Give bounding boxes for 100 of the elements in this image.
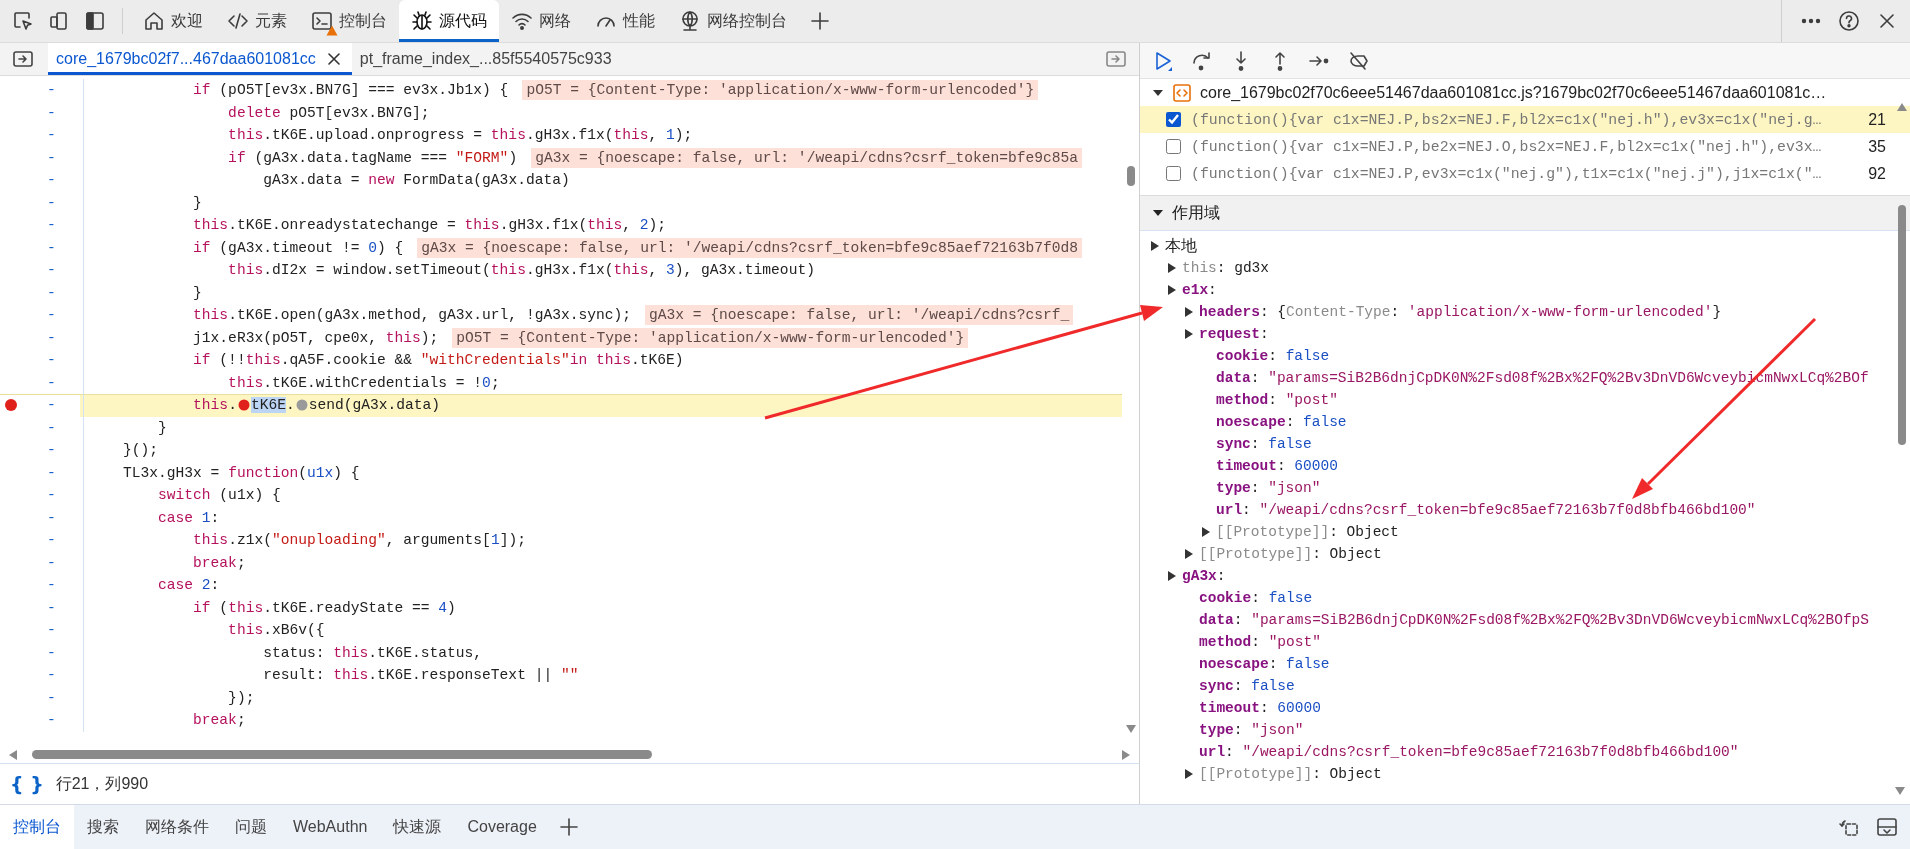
dock-bottom-icon[interactable] [1876,816,1898,838]
panel-tab[interactable]: 元素 [215,0,299,42]
drawer-tab[interactable]: 快速源 [380,805,455,849]
tree-entry[interactable]: [[Prototype]]: Object [1199,766,1382,782]
expand-triangle-icon[interactable] [1167,285,1177,295]
tree-entry[interactable]: sync: false [1199,678,1295,694]
tree-entry[interactable]: method: "post" [1199,634,1321,650]
expand-triangle-icon[interactable] [1150,241,1160,251]
breakpoint-row-highlight[interactable]: (function(){var c1x=NEJ.P,bs2x=NEJ.F,bl2x=c1x("nej.h"),ev3x=c1x("nej.g… 21 [1140,106,1910,133]
panel-tab[interactable]: 网络 [499,0,583,42]
tree-entry[interactable]: [[Prototype]]: Object [1199,546,1382,562]
scrollbar-thumb[interactable] [1126,166,1135,186]
bug-icon [411,10,433,32]
expand-triangle-icon[interactable] [1184,329,1194,339]
inline-value: pO5T = {Content-Type: 'application/x-www-form-urlencoded'} [452,327,969,348]
code-text: gA3x.data = new FormData(gA3x.data) [262,172,570,189]
tree-entry[interactable]: sync: false [1216,436,1312,452]
code-text: case 1: [157,509,220,526]
breakpoint-marker-icon[interactable] [295,399,308,412]
code-text: . [285,397,295,414]
tree-entry[interactable]: gA3x: [1182,568,1226,584]
selected-text: tK6E [250,397,286,414]
tree-entry[interactable]: request: [1199,326,1269,342]
tree-entry[interactable]: timeout: 60000 [1199,700,1321,716]
tree-entry[interactable]: data: "params=SiB2B6dnjCpDK0N%2Fsd08f%2Bx%2FQ%2Bv3DnVD6WcveybicmNwxLCq%2BOfpS [1199,612,1870,628]
code-text: }(); [122,442,159,459]
checkbox[interactable] [1166,166,1181,181]
checkbox[interactable] [1166,112,1181,127]
tree-entry[interactable]: url: "/weapi/cdns?csrf_token=bfe9c85aef72163b7f0d8bfb466bd100" [1216,502,1756,518]
device-icon[interactable] [48,10,70,32]
format-button[interactable]: { } [10,773,44,795]
panel-tab[interactable]: 欢迎 [131,0,215,42]
expand-triangle-icon[interactable] [1201,527,1211,537]
panel-tab[interactable]: 性能 [583,0,667,42]
breakpoint-icon[interactable] [4,398,18,413]
drawer-tab[interactable]: 问题 [222,805,280,849]
drawer-tab[interactable]: 控制台 [0,805,74,849]
scroll-down-icon[interactable] [1124,724,1137,734]
panel-tab[interactable]: 源代码 [399,0,499,42]
tree-entry[interactable]: cookie: false [1199,590,1313,606]
expand-triangle-icon[interactable] [1184,769,1194,779]
tree-entry[interactable]: type: "json" [1199,722,1304,738]
expand-triangle-icon[interactable] [1184,307,1194,317]
step-over-icon[interactable] [1191,49,1213,72]
tree-entry[interactable]: this: gd3x [1182,260,1270,276]
code-text: this.tK6E.withCredentials = !0; [227,374,500,391]
code-text: j1x.eR3x(pO5T, cpe0x, this); [192,329,439,346]
tree-entry[interactable]: noescape: false [1216,414,1347,430]
breakpoint-marker-icon[interactable] [237,399,250,412]
expand-triangle-icon[interactable] [1184,549,1194,559]
scrollbar-thumb[interactable] [1897,205,1906,445]
panel-toggle-icon[interactable] [1105,48,1127,70]
drawer-tab[interactable]: 搜索 [74,805,132,849]
code-text: result: this.tK6E.responseText || "" [262,667,579,684]
help-icon[interactable] [1838,10,1860,32]
tree-entry[interactable]: 本地 [1165,235,1197,257]
expand-triangle-icon[interactable] [1167,263,1177,273]
tree-entry[interactable]: timeout: 60000 [1216,458,1338,474]
scroll-down-icon[interactable] [1894,786,1906,796]
script-file-icon [1172,82,1192,103]
inline-value: pO5T = {Content-Type: 'application/x-www-form-urlencoded'} [522,80,1039,101]
file-tab[interactable]: pt_frame_index_...85f5540575c933 [351,43,622,75]
tree-entry[interactable]: cookie: false [1216,348,1330,364]
drawer-tab[interactable]: Coverage [454,805,550,849]
add-tab-icon[interactable] [809,10,831,32]
drawer-tab[interactable]: 网络条件 [132,805,222,849]
tree-entry[interactable]: url: "/weapi/cdns?csrf_token=bfe9c85aef72163b7f0d8bfb466bd100" [1199,744,1739,760]
close-icon[interactable] [325,51,342,67]
inline-value: gA3x = {noescape: false, url: '/weapi/cdns?csrf_token=bfe9c85a [531,147,1083,168]
checkbox[interactable] [1166,139,1181,154]
tree-entry[interactable]: headers: {Content-Type: 'application/x-www-form-urlencoded'} [1199,304,1722,320]
sidebar-icon[interactable] [84,10,106,32]
scrollbar-thumb[interactable] [32,750,652,759]
add-tab-icon[interactable] [557,816,580,838]
code-text: if (gA3x.data.tagName === "FORM") [227,149,518,166]
home-icon [143,10,165,32]
sidebar-toggle-icon[interactable] [12,48,34,70]
scroll-up-icon[interactable] [1895,102,1908,112]
tree-entry[interactable]: type: "json" [1216,480,1321,496]
tree-entry[interactable]: method: "post" [1216,392,1338,408]
panel-tab[interactable]: 网络控制台 [667,0,799,42]
expand-triangle-icon[interactable] [1167,571,1177,581]
inline-value: gA3x = {noescape: false, url: '/weapi/cdns?csrf_token=bfe9c85aef72163b7f0d8 [417,237,1083,258]
inspect-icon[interactable] [12,10,34,32]
file-tab[interactable]: core_1679bc02f7...467daa601081cc [48,43,352,75]
code-text: break; [192,554,246,571]
drawer-tab[interactable]: WebAuthn [280,805,381,849]
scroll-left-icon[interactable] [8,748,18,761]
code-text: this.tK6E.upload.onprogress = this.gH3x.f1x(this, 1); [227,127,693,144]
tree-entry[interactable]: e1x: [1182,282,1217,298]
line-number: 21 [1868,110,1886,129]
code-text: break; [192,712,246,729]
deactivate-breakpoints-icon[interactable] [1347,49,1369,72]
code-text: TL3x.gH3x = function(u1x) { [122,464,360,481]
scroll-right-icon[interactable] [1121,748,1131,761]
code-text: switch (u1x) { [157,487,281,504]
code-text: }); [227,689,255,706]
panel-tab[interactable]: 控制台 [299,0,399,42]
tree-entry[interactable]: [[Prototype]]: Object [1216,524,1399,540]
tree-entry[interactable]: noescape: false [1199,656,1330,672]
